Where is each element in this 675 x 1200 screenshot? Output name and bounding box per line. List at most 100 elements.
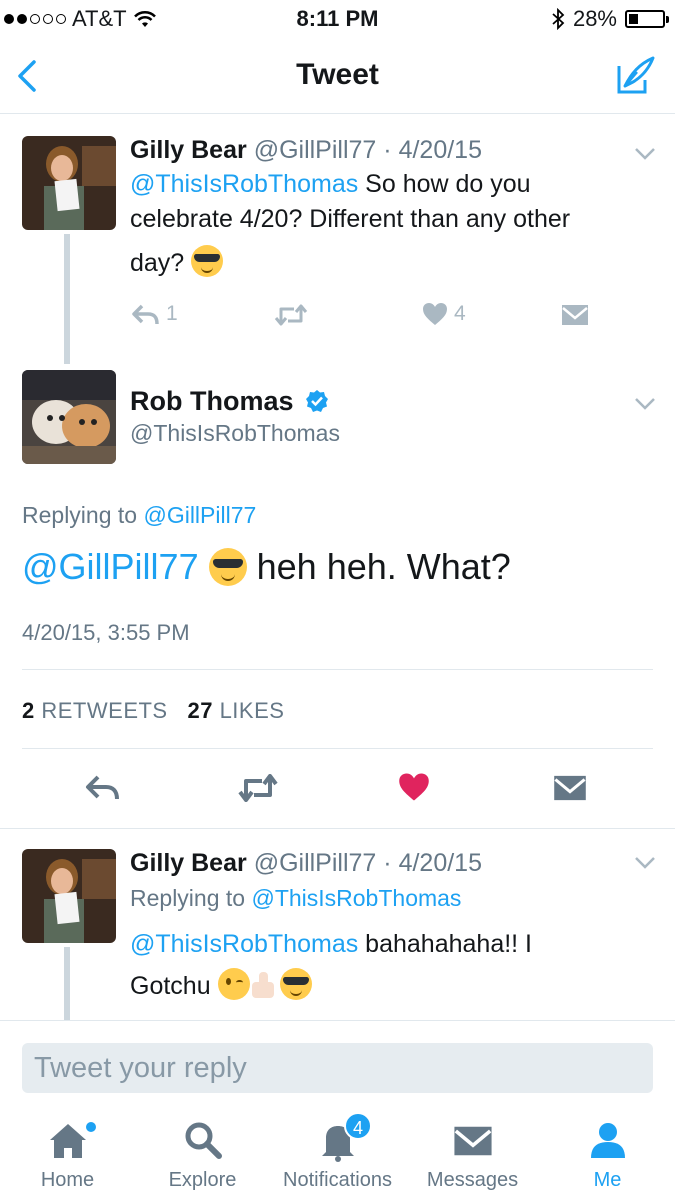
reply-tweet[interactable]: Gilly Bear @GillPill77 · 4/20/15 Replyin… bbox=[0, 829, 675, 1020]
username-row: @ThisIsRobThomas bbox=[130, 420, 340, 447]
username[interactable]: @GillPill77 bbox=[254, 849, 377, 877]
main-tweet: Rob Thomas @ThisIsRobThomas Replying to … bbox=[0, 364, 675, 828]
reply-input[interactable] bbox=[22, 1043, 653, 1093]
mention-link[interactable]: @GillPill77 bbox=[22, 546, 199, 587]
battery-percent: 28% bbox=[572, 6, 617, 31]
avatar-image bbox=[22, 136, 116, 230]
divider bbox=[22, 669, 653, 670]
divider bbox=[22, 748, 653, 749]
reply-icon[interactable] bbox=[84, 773, 120, 801]
username[interactable]: @GillPill77 bbox=[254, 136, 377, 164]
tab-label-messages: Messages bbox=[426, 1169, 519, 1191]
tweet-text-line2: celebrate 4/20? Different than any other bbox=[130, 205, 571, 233]
retweets-count: 2 bbox=[22, 698, 35, 723]
retweet-icon bbox=[274, 304, 308, 326]
avatar[interactable] bbox=[22, 370, 116, 464]
mention-link[interactable]: @ThisIsRobThomas bbox=[130, 170, 358, 198]
tab-notifications[interactable]: 4 Notifications bbox=[270, 1108, 405, 1200]
retweet-icon[interactable] bbox=[238, 774, 278, 802]
tweet-timestamp: 4/20/15, 3:55 PM bbox=[22, 620, 190, 645]
tab-label-me: Me bbox=[593, 1169, 622, 1191]
thumbs-up-emoji-icon bbox=[250, 970, 280, 1000]
separator: · bbox=[383, 849, 392, 877]
tab-label-notifications: Notifications bbox=[283, 1169, 392, 1191]
status-right: 28% bbox=[551, 6, 669, 32]
replying-to-link[interactable]: @GillPill77 bbox=[143, 502, 256, 528]
retweets-stat[interactable]: 2 RETWEETS bbox=[22, 698, 168, 723]
avatar[interactable] bbox=[22, 849, 116, 943]
tweet-text: @ThisIsRobThomas So how do you celebrate… bbox=[130, 167, 655, 289]
heart-icon[interactable] bbox=[398, 772, 430, 802]
compose-icon[interactable] bbox=[615, 54, 657, 96]
sunglasses-emoji-icon bbox=[208, 548, 247, 586]
notifications-badge: 4 bbox=[344, 1112, 372, 1140]
thread-line bbox=[64, 234, 70, 364]
parent-tweet[interactable]: Gilly Bear @GillPill77 · 4/20/15 @ThisIs… bbox=[0, 114, 675, 364]
replying-label: Replying to bbox=[22, 502, 138, 528]
replying-to: Replying to @GillPill77 bbox=[22, 502, 256, 529]
envelope-icon[interactable] bbox=[553, 774, 587, 802]
reply-bar bbox=[0, 1020, 675, 1108]
tweet-text-body: heh heh. What? bbox=[256, 546, 511, 587]
envelope-icon bbox=[453, 1126, 492, 1156]
retweets-label: RETWEETS bbox=[41, 698, 168, 723]
chevron-down-icon[interactable] bbox=[633, 855, 657, 871]
tweet-text: @GillPill77 heh heh. What? bbox=[22, 546, 511, 588]
tab-explore[interactable]: Explore bbox=[135, 1108, 270, 1200]
retweet-button[interactable] bbox=[274, 304, 308, 326]
reply-count: 1 bbox=[166, 302, 178, 325]
chevron-down-icon[interactable] bbox=[633, 396, 657, 412]
chevron-down-icon[interactable] bbox=[633, 146, 657, 162]
likes-count: 27 bbox=[187, 698, 213, 723]
tab-me[interactable]: Me bbox=[540, 1108, 675, 1200]
replying-to: Replying to @ThisIsRobThomas bbox=[130, 885, 461, 912]
tweet-header: Gilly Bear @GillPill77 · 4/20/15 bbox=[130, 849, 482, 878]
mention-link[interactable]: @ThisIsRobThomas bbox=[130, 930, 358, 958]
replying-to-link[interactable]: @ThisIsRobThomas bbox=[251, 885, 461, 911]
tweet-header: Gilly Bear @GillPill77 · 4/20/15 bbox=[130, 136, 482, 165]
display-name[interactable]: Gilly Bear bbox=[130, 849, 247, 877]
home-icon bbox=[49, 1124, 86, 1158]
tab-messages[interactable]: Messages bbox=[405, 1108, 540, 1200]
sunglasses-emoji-icon bbox=[191, 245, 224, 277]
new-content-dot bbox=[86, 1122, 96, 1132]
battery-level bbox=[629, 14, 638, 24]
tab-label-home: Home bbox=[40, 1169, 95, 1191]
envelope-icon bbox=[562, 305, 588, 325]
heart-icon bbox=[423, 303, 447, 325]
winking-emoji-icon bbox=[217, 968, 250, 1000]
tweet-text-line3: day? bbox=[130, 249, 185, 277]
status-bar: AT&T 8:11 PM 28% bbox=[0, 0, 675, 38]
nav-header: Tweet bbox=[0, 38, 675, 114]
tweet-text-line1: bahahahaha!! I bbox=[358, 930, 533, 958]
avatar-image bbox=[22, 370, 116, 464]
page-title: Tweet bbox=[296, 58, 379, 91]
avatar-image bbox=[22, 849, 116, 943]
sunglasses-emoji-icon bbox=[279, 968, 312, 1000]
likes-label: LIKES bbox=[219, 698, 285, 723]
display-name[interactable]: Gilly Bear bbox=[130, 136, 247, 164]
dm-button[interactable] bbox=[561, 304, 589, 326]
reply-button[interactable]: 1 bbox=[130, 302, 178, 326]
battery-icon bbox=[625, 10, 669, 28]
tab-bar: Home Explore 4 Notifications Messages Me bbox=[0, 1108, 675, 1200]
username[interactable]: @ThisIsRobThomas bbox=[130, 420, 340, 446]
likes-stat[interactable]: 27 LIKES bbox=[187, 698, 284, 723]
thread-line bbox=[64, 947, 70, 1020]
avatar[interactable] bbox=[22, 136, 116, 230]
tweet-header: Rob Thomas bbox=[130, 386, 329, 417]
tweet-stats: 2 RETWEETS 27 LIKES bbox=[22, 698, 284, 724]
reply-icon bbox=[132, 304, 159, 325]
search-icon bbox=[185, 1122, 222, 1159]
tweet-date[interactable]: 4/20/15 bbox=[399, 849, 482, 877]
like-button[interactable]: 4 bbox=[422, 302, 466, 326]
verified-badge-icon bbox=[306, 390, 329, 412]
replying-label: Replying to bbox=[130, 885, 246, 911]
like-count: 4 bbox=[454, 302, 466, 325]
display-name[interactable]: Rob Thomas bbox=[130, 386, 294, 416]
tweet-text: @ThisIsRobThomas bahahahaha!! I Gotchu bbox=[130, 923, 655, 1007]
battery-tip bbox=[666, 16, 669, 23]
tweet-text-line2: Gotchu bbox=[130, 972, 211, 1000]
tab-home[interactable]: Home bbox=[0, 1108, 135, 1200]
tweet-date[interactable]: 4/20/15 bbox=[399, 136, 482, 164]
